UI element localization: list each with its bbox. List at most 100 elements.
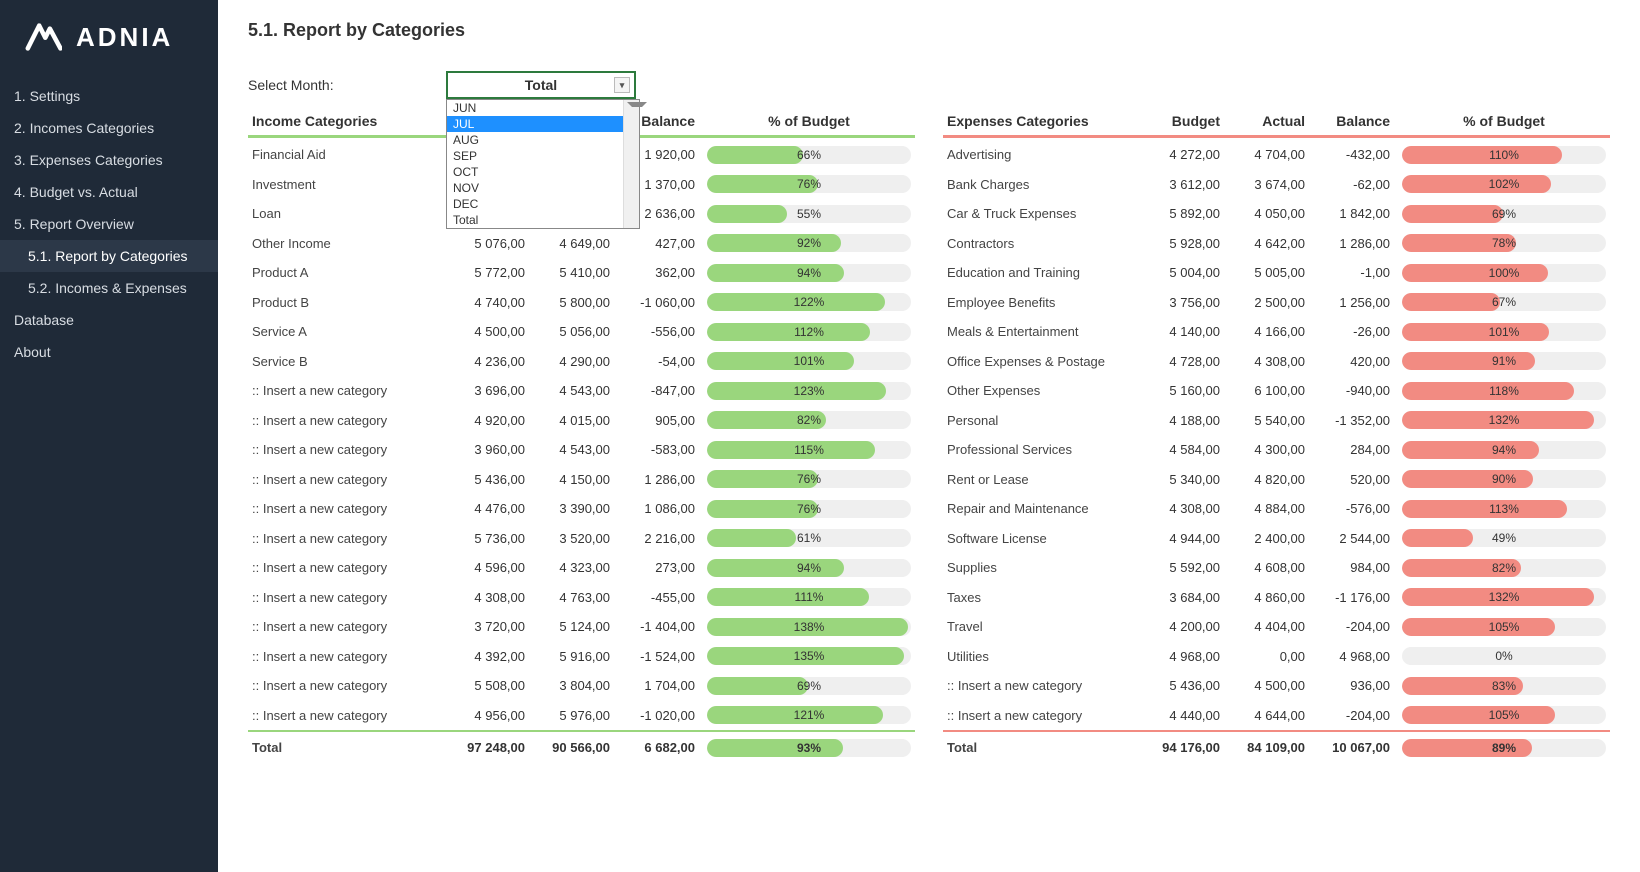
cell-pct: 76% <box>703 175 915 193</box>
table-row: Service A4 500,005 056,00-556,00112% <box>248 317 915 347</box>
table-row: Professional Services4 584,004 300,00284… <box>943 435 1610 465</box>
dropdown-option[interactable]: DEC <box>447 196 639 212</box>
cell-name: Other Income <box>248 236 448 251</box>
dropdown-option[interactable]: SEP <box>447 148 639 164</box>
cell-name: Taxes <box>943 590 1143 605</box>
cell-pct: 115% <box>703 441 915 459</box>
cell-actual: 4 644,00 <box>1228 708 1313 723</box>
cell-name: Repair and Maintenance <box>943 501 1143 516</box>
cell-budget: 5 892,00 <box>1143 206 1228 221</box>
scrollbar[interactable] <box>623 100 639 228</box>
cell-budget: 4 476,00 <box>448 501 533 516</box>
cell-budget: 4 440,00 <box>1143 708 1228 723</box>
table-row: Software License4 944,002 400,002 544,00… <box>943 524 1610 554</box>
sidebar-item[interactable]: Database <box>0 304 218 336</box>
sidebar-item[interactable]: About <box>0 336 218 368</box>
total-actual: 84 109,00 <box>1228 740 1313 755</box>
cell-actual: 4 860,00 <box>1228 590 1313 605</box>
cell-pct: 49% <box>1398 529 1610 547</box>
cell-balance: 362,00 <box>618 265 703 280</box>
cell-actual: 4 150,00 <box>533 472 618 487</box>
cell-balance: -1 524,00 <box>618 649 703 664</box>
cell-actual: 4 704,00 <box>1228 147 1313 162</box>
sidebar-item[interactable]: 4. Budget vs. Actual <box>0 176 218 208</box>
table-row: Bank Charges3 612,003 674,00-62,00102% <box>943 170 1610 200</box>
sidebar-item[interactable]: 5.2. Incomes & Expenses <box>0 272 218 304</box>
sidebar-item[interactable]: 5.1. Report by Categories <box>0 240 218 272</box>
cell-pct: 69% <box>703 677 915 695</box>
cell-pct: 94% <box>703 264 915 282</box>
sidebar-item[interactable]: 5. Report Overview <box>0 208 218 240</box>
cell-pct: 94% <box>703 559 915 577</box>
cell-budget: 4 236,00 <box>448 354 533 369</box>
cell-balance: -1 176,00 <box>1313 590 1398 605</box>
cell-pct: 118% <box>1398 382 1610 400</box>
cell-pct: 110% <box>1398 146 1610 164</box>
cell-budget: 3 960,00 <box>448 442 533 457</box>
cell-name: :: Insert a new category <box>248 413 448 428</box>
cell-actual: 4 543,00 <box>533 442 618 457</box>
dropdown-option[interactable]: Total <box>447 212 639 228</box>
cell-balance: -576,00 <box>1313 501 1398 516</box>
cell-name: :: Insert a new category <box>248 501 448 516</box>
cell-balance: 936,00 <box>1313 678 1398 693</box>
cell-budget: 5 508,00 <box>448 678 533 693</box>
cell-actual: 4 300,00 <box>1228 442 1313 457</box>
sidebar-item[interactable]: 2. Incomes Categories <box>0 112 218 144</box>
cell-balance: 2 544,00 <box>1313 531 1398 546</box>
cell-balance: -1,00 <box>1313 265 1398 280</box>
dropdown-option[interactable]: OCT <box>447 164 639 180</box>
cell-actual: 2 500,00 <box>1228 295 1313 310</box>
col-balance: Balance <box>1313 113 1398 129</box>
cell-pct: 100% <box>1398 264 1610 282</box>
cell-pct: 105% <box>1398 618 1610 636</box>
cell-pct: 91% <box>1398 352 1610 370</box>
dropdown-option[interactable]: NOV <box>447 180 639 196</box>
main: 5.1. Report by Categories Select Month: … <box>218 0 1640 872</box>
cell-budget: 4 956,00 <box>448 708 533 723</box>
table-row: :: Insert a new category4 308,004 763,00… <box>248 583 915 613</box>
table-row: Personal4 188,005 540,00-1 352,00132% <box>943 406 1610 436</box>
cell-name: Investment <box>248 177 448 192</box>
cell-balance: 905,00 <box>618 413 703 428</box>
cell-balance: 1 842,00 <box>1313 206 1398 221</box>
cell-pct: 61% <box>703 529 915 547</box>
dropdown-option[interactable]: JUL <box>447 116 639 132</box>
cell-name: Education and Training <box>943 265 1143 280</box>
table-row: Advertising4 272,004 704,00-432,00110% <box>943 140 1610 170</box>
col-pct: % of Budget <box>703 113 915 129</box>
dropdown-option[interactable]: JUN <box>447 100 639 116</box>
cell-pct: 102% <box>1398 175 1610 193</box>
table-row: :: Insert a new category4 596,004 323,00… <box>248 553 915 583</box>
cell-balance: 284,00 <box>1313 442 1398 457</box>
month-dropdown: JUNJULAUGSEPOCTNOVDECTotal <box>446 99 640 229</box>
chevron-down-icon[interactable]: ▾ <box>614 77 630 93</box>
cell-name: Office Expenses & Postage <box>943 354 1143 369</box>
sidebar-item[interactable]: 1. Settings <box>0 80 218 112</box>
cell-balance: -556,00 <box>618 324 703 339</box>
sidebar-item[interactable]: 3. Expenses Categories <box>0 144 218 176</box>
cell-pct: 66% <box>703 146 915 164</box>
cell-budget: 4 920,00 <box>448 413 533 428</box>
table-row: Education and Training5 004,005 005,00-1… <box>943 258 1610 288</box>
cell-name: Service B <box>248 354 448 369</box>
cell-budget: 4 584,00 <box>1143 442 1228 457</box>
cell-actual: 4 323,00 <box>533 560 618 575</box>
cell-name: Car & Truck Expenses <box>943 206 1143 221</box>
cell-balance: -62,00 <box>1313 177 1398 192</box>
logo: ADNIA <box>0 0 218 80</box>
cell-budget: 5 340,00 <box>1143 472 1228 487</box>
cell-actual: 0,00 <box>1228 649 1313 664</box>
cell-actual: 4 308,00 <box>1228 354 1313 369</box>
cell-pct: 138% <box>703 618 915 636</box>
cell-budget: 4 392,00 <box>448 649 533 664</box>
total-actual: 90 566,00 <box>533 740 618 755</box>
dropdown-option[interactable]: AUG <box>447 132 639 148</box>
cell-name: :: Insert a new category <box>248 619 448 634</box>
cell-actual: 5 410,00 <box>533 265 618 280</box>
cell-actual: 4 166,00 <box>1228 324 1313 339</box>
table-row: :: Insert a new category3 696,004 543,00… <box>248 376 915 406</box>
month-select[interactable]: Total ▾ JUNJULAUGSEPOCTNOVDECTotal <box>446 71 636 99</box>
cell-budget: 4 740,00 <box>448 295 533 310</box>
brand-text: ADNIA <box>76 22 173 53</box>
